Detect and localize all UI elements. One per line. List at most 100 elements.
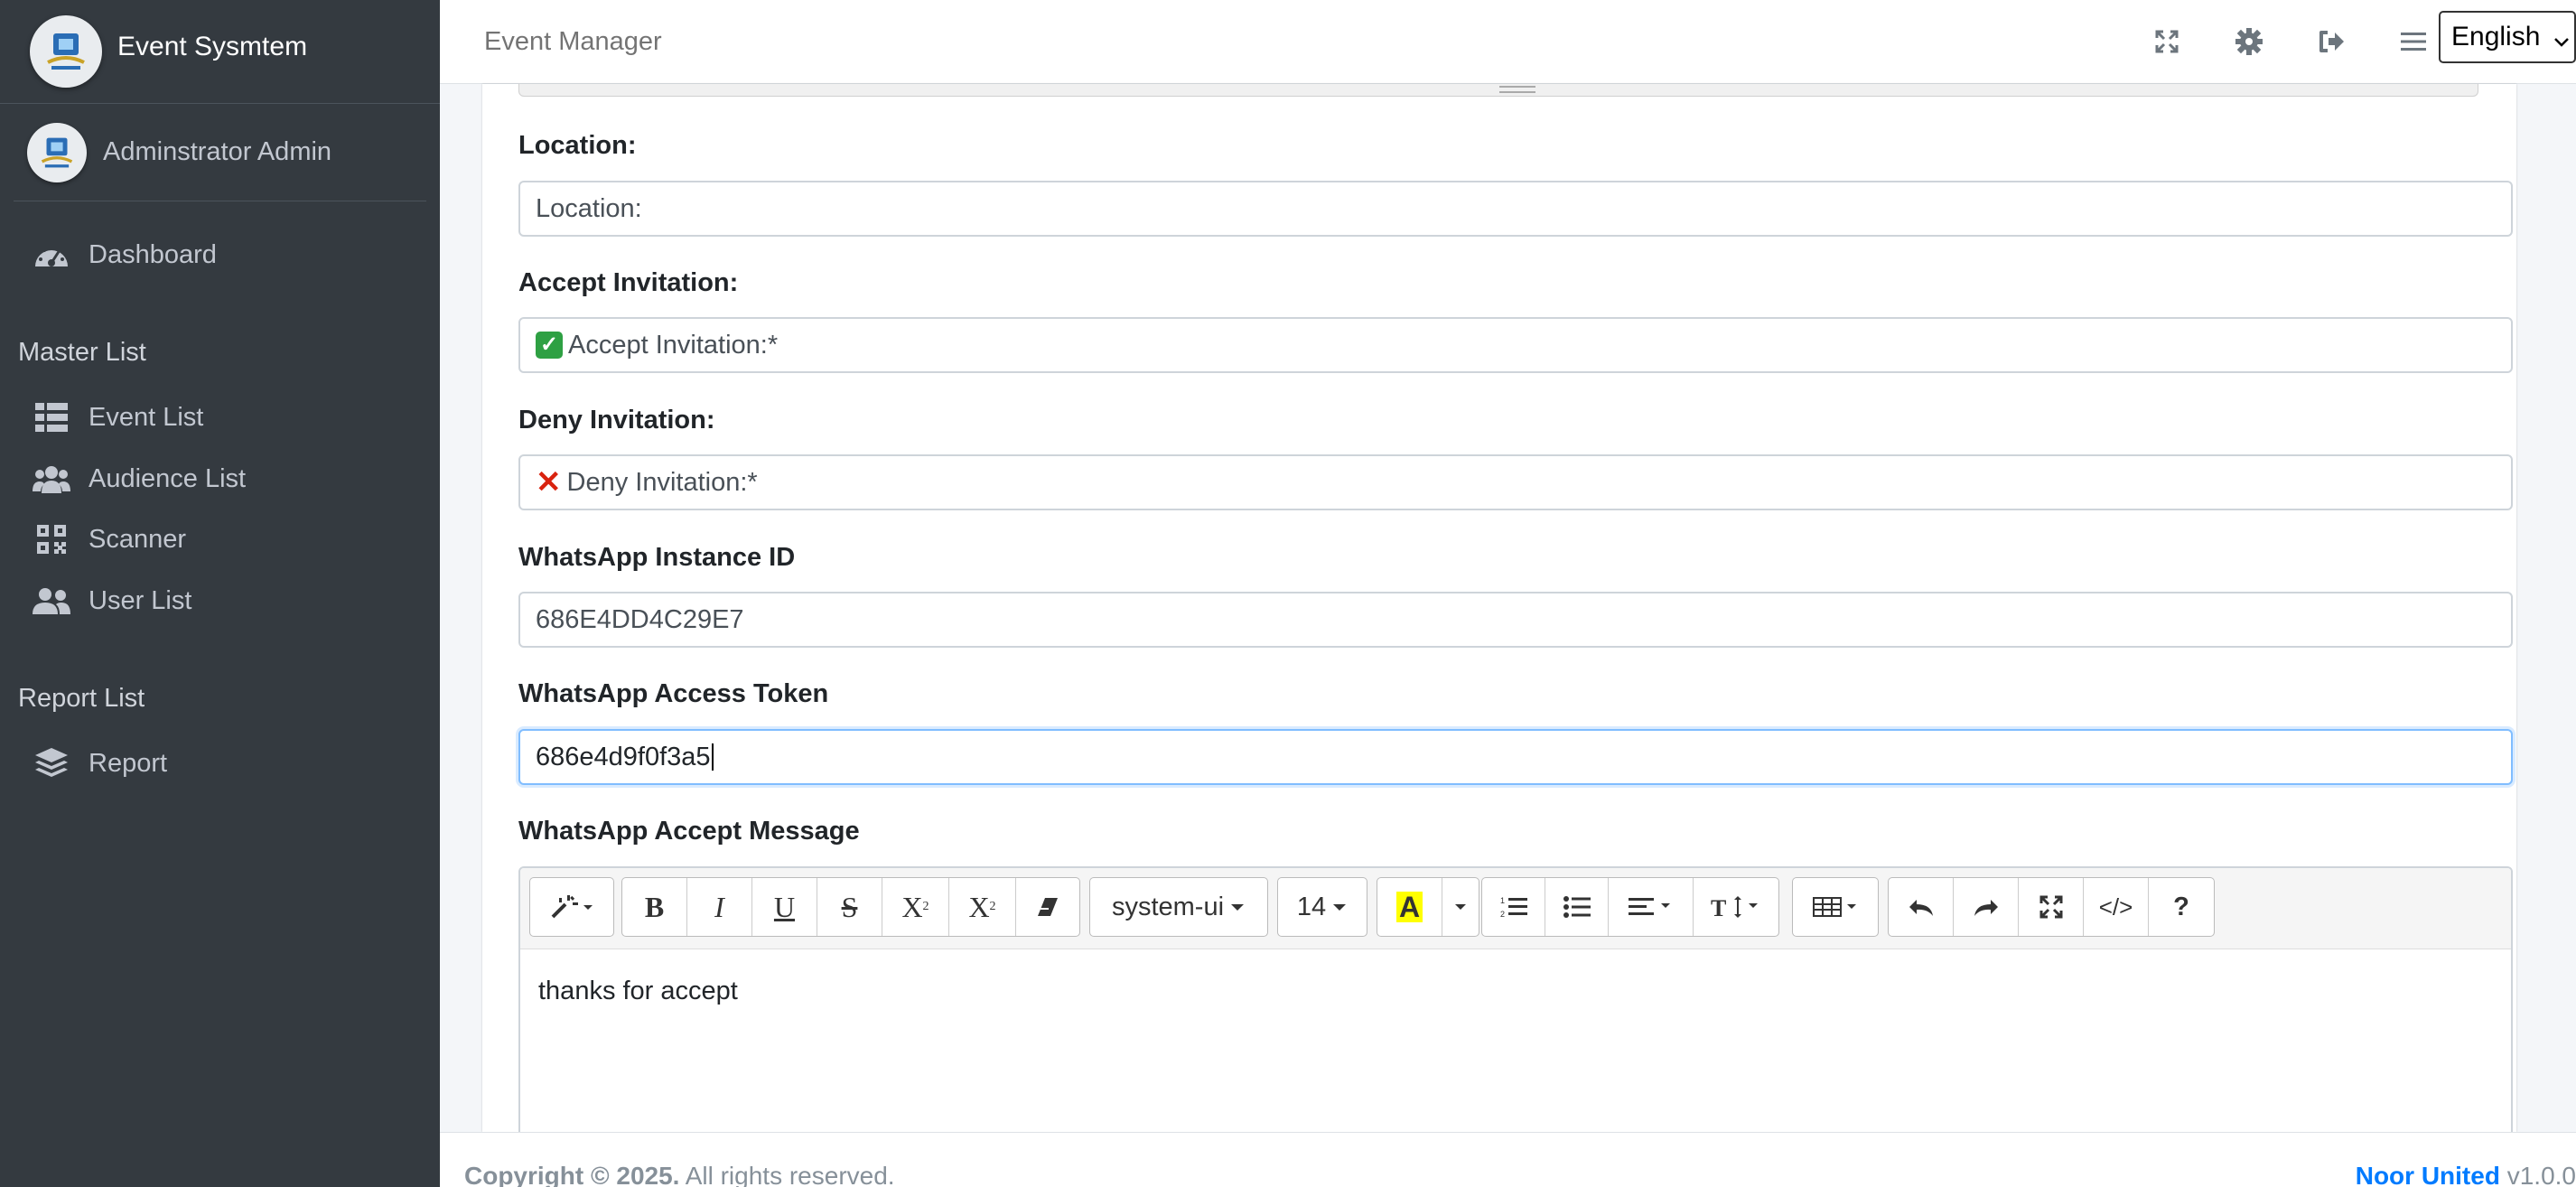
- table-group: [1792, 877, 1879, 937]
- sidebar-item-scanner[interactable]: Scanner: [0, 510, 440, 568]
- whatsapp-instance-label: WhatsApp Instance ID: [518, 543, 796, 572]
- whatsapp-token-value: 686e4d9f0f3a5: [536, 742, 711, 771]
- underline-button[interactable]: U: [752, 878, 817, 936]
- bold-button[interactable]: B: [622, 878, 687, 936]
- whatsapp-instance-value: 686E4DD4C29E7: [536, 604, 744, 634]
- paragraph-group: 12 T: [1481, 877, 1779, 937]
- sidebar-item-report[interactable]: Report: [0, 734, 440, 792]
- style-group: [529, 877, 614, 937]
- whatsapp-instance-input[interactable]: 686E4DD4C29E7: [518, 592, 2513, 648]
- accept-invitation-label: Accept Invitation:: [518, 268, 739, 297]
- copyright: Copyright © 2025. All rights reserved.: [464, 1162, 895, 1187]
- deny-invitation-input[interactable]: ✕ Deny Invitation:*: [518, 454, 2513, 510]
- avatar: [27, 122, 87, 182]
- version-text: v1.0.0: [2499, 1162, 2576, 1187]
- subscript-button[interactable]: X2: [949, 878, 1016, 936]
- user-name: Adminstrator Admin: [103, 137, 332, 166]
- sidebar-item-label: Event List: [89, 402, 204, 432]
- rights-text: All rights reserved.: [679, 1162, 895, 1187]
- font-name-dropdown[interactable]: system-ui: [1089, 877, 1268, 937]
- sign-out-icon[interactable]: [2313, 23, 2349, 60]
- tachometer-icon: [33, 236, 70, 274]
- italic-button[interactable]: I: [687, 878, 752, 936]
- deny-invitation-value: Deny Invitation:*: [566, 467, 758, 497]
- text-cursor: [711, 743, 714, 771]
- sidebar-item-label: Audience List: [89, 463, 247, 493]
- fullscreen-icon[interactable]: [2019, 878, 2084, 936]
- unordered-list-icon[interactable]: [1545, 878, 1609, 936]
- version-info: Noor United v1.0.0: [2356, 1162, 2576, 1187]
- nav-header-master: Master List: [18, 338, 146, 367]
- sidebar-item-label: Dashboard: [89, 239, 217, 269]
- rich-text-editor: B I U S X2 X2 system-ui 14 A 1 2 T </> ?…: [518, 866, 2513, 1137]
- accept-invitation-value: Accept Invitation:*: [568, 330, 779, 360]
- magic-style-button[interactable]: [530, 878, 613, 936]
- language-select[interactable]: English: [2439, 11, 2576, 63]
- whatsapp-accept-message-label: WhatsApp Accept Message: [518, 817, 860, 846]
- svg-text:2: 2: [1500, 910, 1505, 919]
- sidebar-item-audience-list[interactable]: Audience List: [0, 450, 440, 508]
- sidebar-item-dashboard[interactable]: Dashboard: [0, 226, 440, 284]
- sidebar-item-event-list[interactable]: Event List: [0, 388, 440, 446]
- user-panel[interactable]: Adminstrator Admin: [14, 104, 426, 201]
- font-style-group: B I U S X2 X2: [621, 877, 1080, 937]
- footer: Copyright © 2025. All rights reserved. N…: [440, 1132, 2576, 1187]
- resize-handle[interactable]: [518, 84, 2478, 97]
- sidebar: Event Sysmtem Adminstrator Admin Dashboa…: [0, 0, 440, 1187]
- deny-invitation-label: Deny Invitation:: [518, 406, 715, 435]
- users-icon: [33, 460, 70, 498]
- event-form-card: Location: Location: Accept Invitation: ✓…: [482, 84, 2516, 1137]
- menu-bars-icon[interactable]: [2395, 23, 2431, 60]
- sidebar-item-label: User List: [89, 585, 192, 615]
- page-title[interactable]: Event Manager: [484, 27, 662, 57]
- whatsapp-token-input[interactable]: 686e4d9f0f3a5: [518, 729, 2513, 785]
- color-group: A: [1377, 877, 1479, 937]
- accept-invitation-input[interactable]: ✓ Accept Invitation:*: [518, 317, 2513, 373]
- misc-group: </> ?: [1888, 877, 2215, 937]
- company-link[interactable]: Noor United: [2356, 1162, 2500, 1187]
- location-placeholder: Location:: [536, 193, 642, 223]
- font-size-dropdown[interactable]: 14: [1277, 877, 1367, 937]
- align-dropdown-icon[interactable]: [1609, 878, 1694, 936]
- location-input[interactable]: Location:: [518, 181, 2513, 237]
- undo-icon[interactable]: [1889, 878, 1954, 936]
- qrcode-icon: [33, 520, 70, 558]
- strikethrough-button[interactable]: S: [817, 878, 882, 936]
- editor-toolbar: B I U S X2 X2 system-ui 14 A 1 2 T </> ?: [520, 868, 2511, 949]
- user-friends-icon: [33, 582, 70, 620]
- font-name-value: system-ui: [1111, 892, 1225, 921]
- chevron-down-icon: [2553, 27, 2571, 58]
- brand-text: Event Sysmtem: [117, 32, 308, 61]
- redo-icon[interactable]: [1954, 878, 2019, 936]
- top-navbar: Event Manager English: [440, 0, 2576, 84]
- check-mark-icon: ✓: [536, 332, 563, 359]
- sidebar-item-user-list[interactable]: User List: [0, 572, 440, 630]
- nav-header-report: Report List: [18, 684, 145, 713]
- list-icon: [33, 398, 70, 436]
- svg-text:1: 1: [1500, 896, 1505, 905]
- eraser-icon[interactable]: [1016, 878, 1079, 936]
- font-size-value: 14: [1296, 892, 1327, 921]
- fullscreen-icon[interactable]: [2149, 23, 2185, 60]
- cross-mark-icon: ✕: [536, 465, 562, 500]
- layer-group-icon: [33, 744, 70, 782]
- sidebar-item-label: Scanner: [89, 524, 187, 554]
- gear-icon[interactable]: [2231, 23, 2267, 60]
- svg-text:T: T: [1711, 895, 1726, 920]
- line-height-icon[interactable]: T: [1694, 878, 1778, 936]
- font-size-button[interactable]: 14: [1278, 878, 1367, 936]
- whatsapp-token-label: WhatsApp Access Token: [518, 679, 829, 708]
- help-icon[interactable]: ?: [2149, 878, 2214, 936]
- superscript-button[interactable]: X2: [882, 878, 949, 936]
- text-color-icon[interactable]: A: [1377, 878, 1442, 936]
- code-view-icon[interactable]: </>: [2084, 878, 2149, 936]
- editor-content[interactable]: thanks for accept: [520, 949, 2511, 1033]
- brand-logo: [30, 15, 102, 88]
- ordered-list-icon[interactable]: 12: [1482, 878, 1545, 936]
- brand-link[interactable]: Event Sysmtem: [0, 0, 440, 104]
- font-name-button[interactable]: system-ui: [1090, 878, 1267, 936]
- chevron-down-icon[interactable]: [1442, 878, 1479, 936]
- sidebar-item-label: Report: [89, 748, 168, 778]
- table-icon[interactable]: [1793, 878, 1878, 936]
- editor-paragraph: thanks for accept: [538, 977, 738, 1005]
